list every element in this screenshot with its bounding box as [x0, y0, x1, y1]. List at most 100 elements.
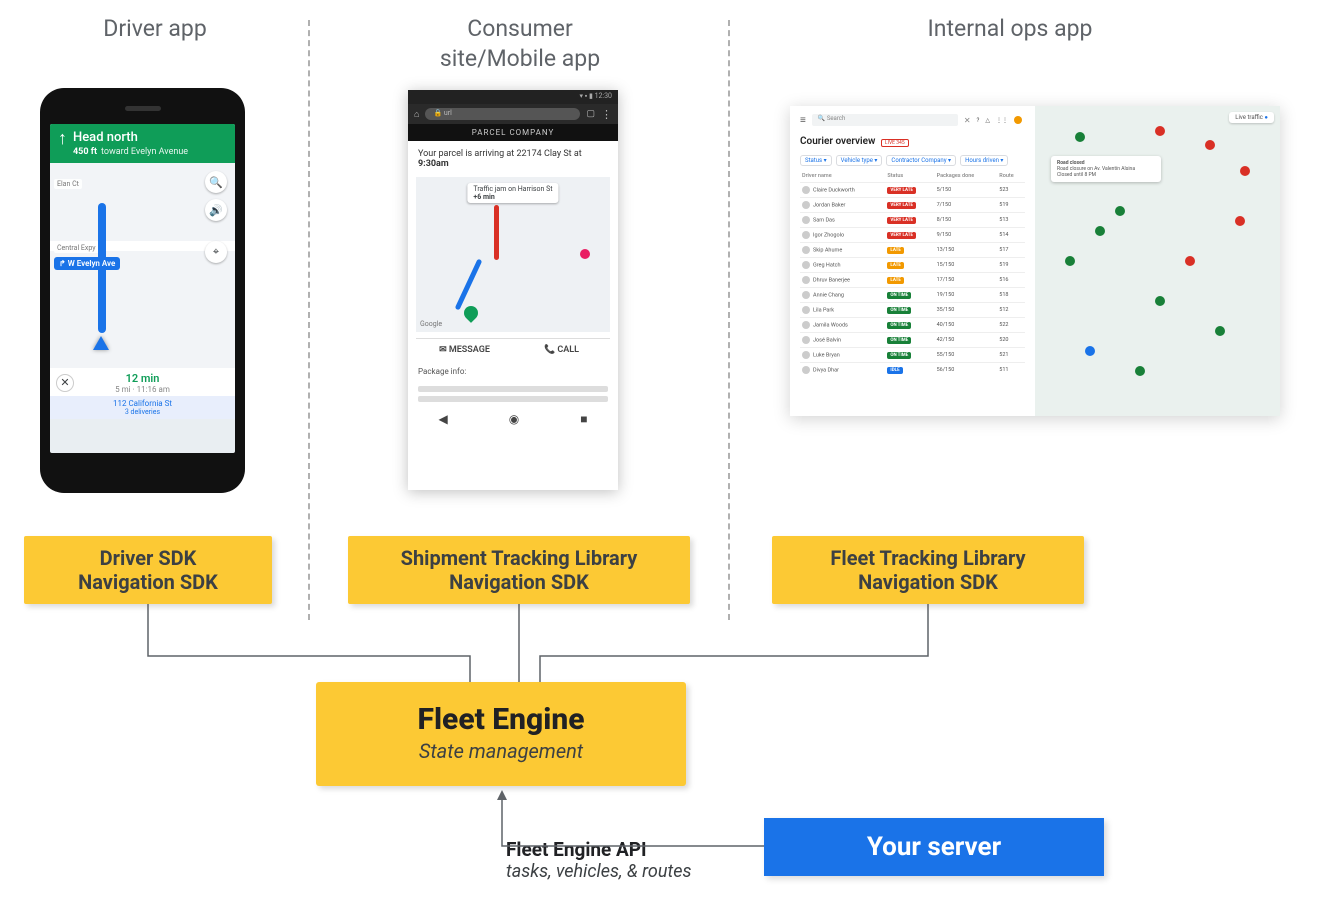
consumer-sdk-box: Shipment Tracking Library Navigation SDK	[348, 536, 690, 604]
table-row[interactable]: Annie ChangON TIME19/150518	[800, 288, 1025, 303]
package-info-label: Package info:	[408, 361, 618, 382]
table-row[interactable]: Claire DuckworthVERY LATE5/150523	[800, 183, 1025, 198]
marker-green-icon	[1095, 226, 1105, 236]
filter-chip[interactable]: Hours driven ▾	[960, 155, 1008, 166]
turn-chip: ↱ W Evelyn Ave	[54, 257, 120, 270]
ops-left-panel: ≡ 🔍 Search ✕ ? △ ⋮⋮ Courier overview LIV…	[790, 106, 1035, 416]
url-text: url	[444, 109, 452, 117]
table-header: Route	[997, 170, 1025, 183]
fleet-engine-box: Fleet Engine State management	[316, 682, 686, 786]
search-placeholder: Search	[827, 115, 845, 122]
table-row[interactable]: Divya DharIDLE56/150511	[800, 363, 1025, 378]
tabs-icon[interactable]: ▢	[586, 109, 595, 119]
live-traffic-label: Live traffic	[1235, 114, 1263, 121]
eta-bar: ✕ 12 min 5 mi · 11:16 am	[50, 368, 235, 396]
ops-sdk-l2: Navigation SDK	[858, 570, 998, 594]
table-row[interactable]: Greg HatchLATE15/150519	[800, 258, 1025, 273]
table-row[interactable]: José BalvinON TIME42/150520	[800, 333, 1025, 348]
driver-sdk-box: Driver SDK Navigation SDK	[24, 536, 272, 604]
engine-subtitle: State management	[316, 739, 686, 763]
filter-chip[interactable]: Status ▾	[800, 155, 832, 166]
engine-title: Fleet Engine	[316, 702, 686, 737]
message-label: MESSAGE	[449, 345, 490, 355]
message-button[interactable]: ✉ MESSAGE	[416, 339, 513, 361]
call-button[interactable]: 📞 CALL	[513, 339, 610, 361]
marker-red-icon	[1185, 256, 1195, 266]
search-icon[interactable]: 🔍	[205, 171, 227, 193]
driver-map: Central Expy Elan Ct ↱ W Evelyn Ave 🔍 🔊 …	[50, 163, 235, 368]
home-icon[interactable]: ◉	[509, 412, 519, 426]
driver-sdk-l1: Driver SDK	[100, 546, 197, 570]
api-l1: Fleet Engine API	[506, 838, 691, 861]
more-icon[interactable]: ⋮	[601, 108, 612, 121]
close-icon[interactable]: ✕	[56, 374, 74, 392]
marker-red-icon	[1235, 216, 1245, 226]
status-time: 12:30	[595, 92, 612, 100]
url-field[interactable]: 🔒 url	[425, 108, 580, 120]
next-stop-count: 3 deliveries	[50, 408, 235, 416]
consumer-phone-mockup: ▾ ▪ ▮ 12:30 ⌂ 🔒 url ▢ ⋮ PARCEL COMPANY Y…	[408, 90, 618, 490]
msg-time: 9:30am	[418, 159, 449, 169]
marker-red-icon	[1240, 166, 1250, 176]
filter-chip[interactable]: Vehicle type ▾	[836, 155, 883, 166]
server-label: Your server	[867, 832, 1001, 862]
driver-sdk-l2: Navigation SDK	[78, 570, 218, 594]
table-row[interactable]: Dhruv BanerjeeLATE17/150516	[800, 273, 1025, 288]
traffic-chip: Traffic jam on Harrison St +6 min	[467, 183, 558, 203]
street-label-elan: Elan Ct	[54, 179, 82, 189]
call-label: CALL	[557, 345, 579, 355]
ops-title: Internal ops app	[740, 14, 1280, 44]
placeholder-line	[418, 386, 608, 392]
back-icon[interactable]: ◀	[439, 412, 448, 426]
next-stop: 112 California St 3 deliveries	[50, 396, 235, 419]
table-header: Packages done	[935, 170, 998, 183]
consumer-map: Traffic jam on Harrison St +6 min Google	[416, 177, 610, 332]
nav-toward: toward Evelyn Avenue	[101, 147, 188, 157]
sound-icon[interactable]: 🔊	[205, 199, 227, 221]
divider-2	[728, 20, 730, 620]
marker-red-icon	[1205, 140, 1215, 150]
destination-dot-icon	[580, 249, 590, 259]
consumer-title: Consumer site/Mobile app	[350, 14, 690, 74]
consumer-sdk-l2: Navigation SDK	[449, 570, 589, 594]
ops-map: Live traffic ● Road closed Road closure …	[1035, 106, 1280, 416]
api-l2: tasks, vehicles, & routes	[506, 861, 691, 882]
home-icon[interactable]: ⌂	[414, 109, 419, 120]
table-header: Status	[885, 170, 934, 183]
table-row[interactable]: Luke BryanON TIME55/150521	[800, 348, 1025, 363]
table-row[interactable]: Igor ZhogoloVERY LATE9/150514	[800, 228, 1025, 243]
action-bar: ✉ MESSAGE 📞 CALL	[416, 338, 610, 361]
msg-prefix: Your parcel is arriving at 22174 Clay St…	[418, 149, 582, 159]
close-icon[interactable]: ✕	[964, 116, 971, 125]
table-row[interactable]: Sam DasVERY LATE8/150513	[800, 213, 1025, 228]
recenter-icon[interactable]: ⌖	[205, 241, 227, 263]
marker-green-icon	[1075, 132, 1085, 142]
notifications-icon[interactable]: △	[985, 117, 990, 124]
ops-title: Courier overview	[800, 136, 875, 147]
filter-chip[interactable]: Contractor Company ▾	[886, 155, 956, 166]
search-input[interactable]: 🔍 Search	[812, 114, 958, 126]
apps-icon[interactable]: ⋮⋮	[996, 117, 1008, 124]
traffic-red-segment	[494, 205, 499, 260]
recents-icon[interactable]: ■	[580, 412, 587, 426]
marker-green-icon	[1115, 206, 1125, 216]
marker-red-icon	[1155, 126, 1165, 136]
column-header-ops: Internal ops app	[740, 14, 1280, 44]
arrow-up-icon: ↑	[58, 130, 67, 148]
help-icon[interactable]: ?	[977, 117, 980, 124]
column-header-driver: Driver app	[10, 14, 300, 44]
table-row[interactable]: Lila ParkON TIME35/150512	[800, 303, 1025, 318]
map-info-body: Road closure on Av. Valentín Alsina Clos…	[1057, 166, 1135, 178]
table-row[interactable]: Jamila WoodsON TIME40/150522	[800, 318, 1025, 333]
live-traffic-toggle[interactable]: Live traffic ●	[1229, 112, 1274, 123]
table-row[interactable]: Jordan BakerVERY LATE7/150519	[800, 198, 1025, 213]
table-row[interactable]: Skip AhumeLATE13/150517	[800, 243, 1025, 258]
eta-detail: 5 mi · 11:16 am	[50, 385, 235, 394]
table-header: Driver name	[800, 170, 885, 183]
ops-sdk-l1: Fleet Tracking Library	[830, 546, 1025, 570]
street-label-central: Central Expy	[54, 243, 99, 253]
avatar[interactable]	[1014, 116, 1022, 124]
hamburger-icon[interactable]: ≡	[800, 115, 806, 126]
consumer-sdk-l1: Shipment Tracking Library	[401, 546, 638, 570]
column-header-consumer: Consumer site/Mobile app	[350, 14, 690, 74]
